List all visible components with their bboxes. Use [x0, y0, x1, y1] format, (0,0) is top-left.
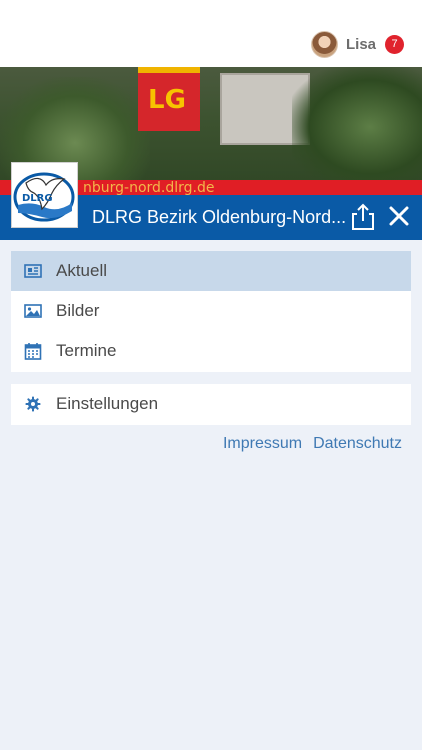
page-title: DLRG Bezirk Oldenburg-Nord...: [92, 207, 347, 227]
dlrg-eagle-logo: DLRG: [13, 172, 75, 222]
avatar[interactable]: [310, 30, 338, 58]
logo-text: DLRG: [22, 193, 53, 204]
top-bar: Lisa 7: [0, 0, 422, 67]
menu-item-label: Aktuell: [56, 261, 108, 280]
menu-item-einstellungen[interactable]: Einstellungen: [11, 384, 411, 424]
settings-menu: Einstellungen: [11, 384, 411, 425]
menu-item-termine[interactable]: Termine: [11, 331, 411, 371]
menu-item-aktuell[interactable]: Aktuell: [11, 251, 411, 291]
menu-item-bilder[interactable]: Bilder: [11, 291, 411, 331]
share-icon: [352, 203, 374, 230]
share-button[interactable]: [350, 203, 376, 231]
close-icon: [389, 206, 409, 226]
banner-flag-text: LG: [148, 85, 186, 115]
banner-shrub-right: [292, 67, 422, 187]
user-menu[interactable]: Lisa 7: [310, 30, 404, 58]
close-button[interactable]: [388, 205, 410, 227]
menu-item-label: Termine: [56, 341, 117, 360]
footer-links: Impressum Datenschutz: [223, 435, 402, 453]
notification-badge[interactable]: 7: [385, 34, 404, 54]
impressum-link[interactable]: Impressum: [223, 435, 302, 453]
image-icon: [24, 304, 42, 318]
newspaper-icon: [24, 264, 42, 278]
main-menu: Aktuell Bilder Termine: [11, 251, 411, 372]
calendar-icon: [24, 343, 42, 360]
user-name[interactable]: Lisa: [346, 36, 376, 53]
gear-icon: [25, 396, 41, 412]
datenschutz-link[interactable]: Datenschutz: [313, 435, 402, 453]
menu-item-label: Bilder: [56, 301, 100, 320]
logo: DLRG: [11, 162, 78, 228]
menu-item-label: Einstellungen: [56, 394, 159, 413]
banner-flag: LG: [138, 67, 200, 131]
